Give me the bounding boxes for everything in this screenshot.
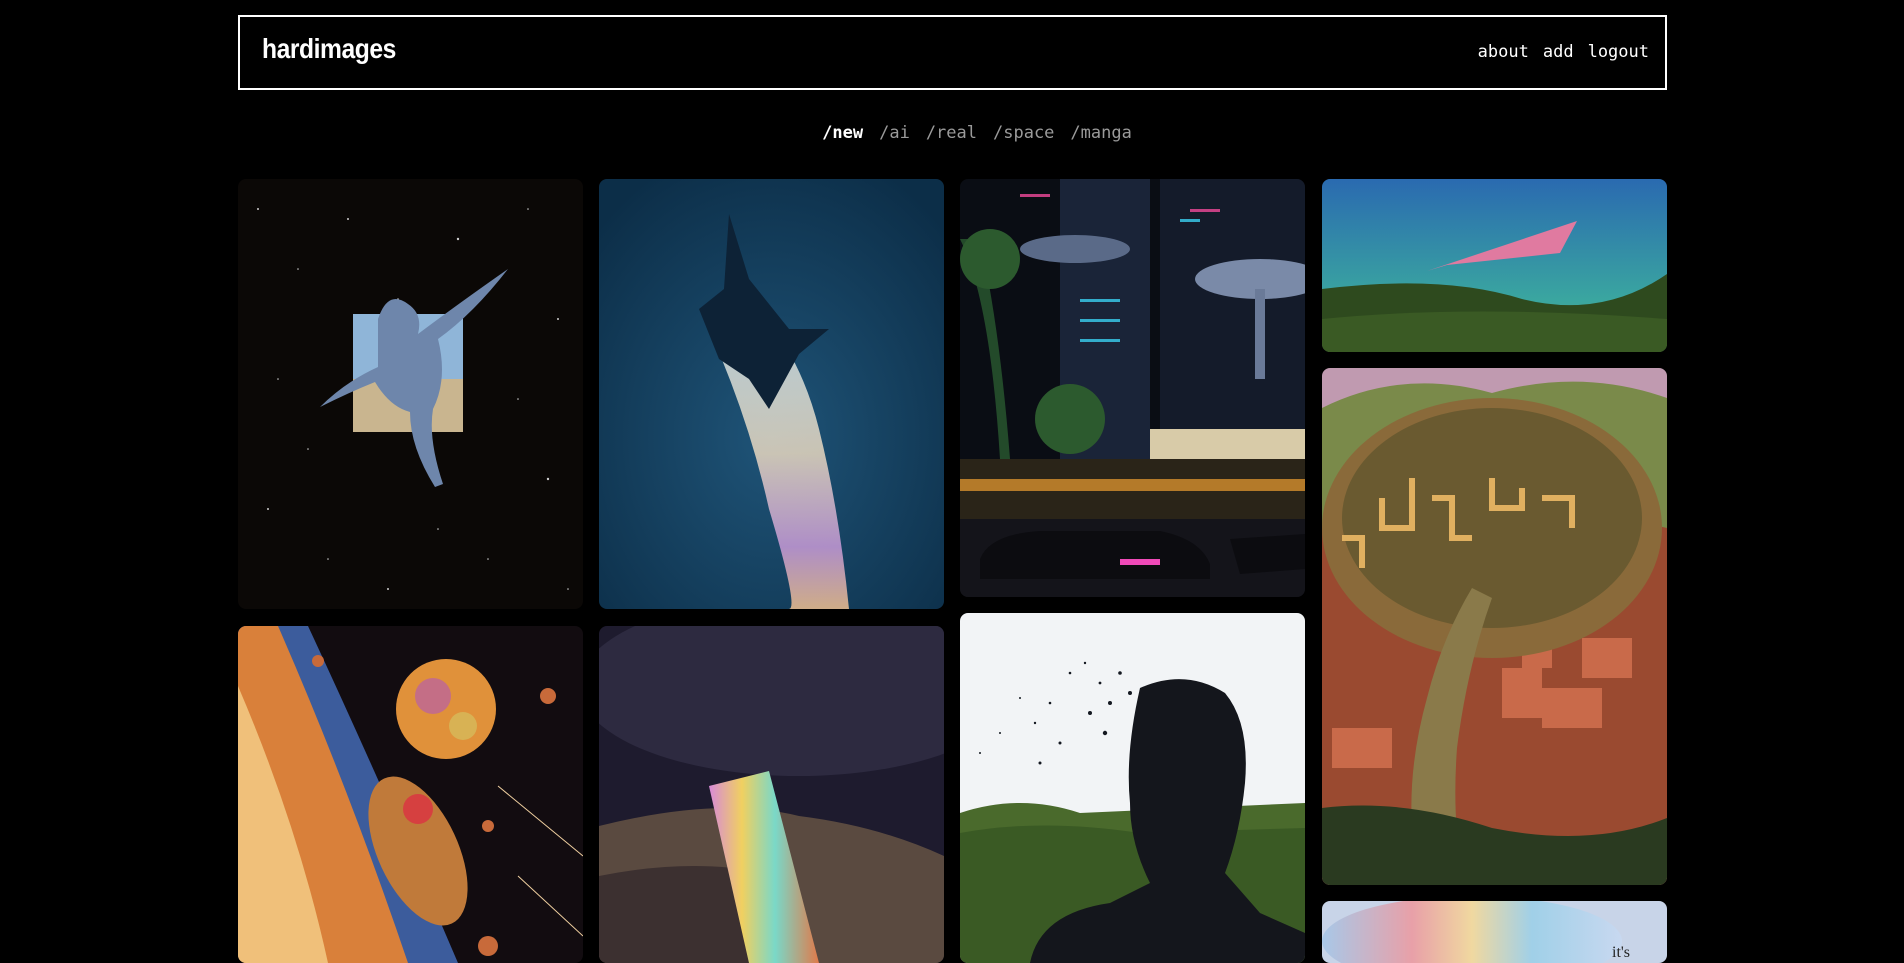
about-link[interactable]: about bbox=[1478, 42, 1529, 62]
category-ai[interactable]: /ai bbox=[879, 123, 910, 143]
gallery-image-statue-space[interactable] bbox=[238, 179, 583, 609]
top-nav: about add logout bbox=[1478, 42, 1649, 62]
category-new[interactable]: /new bbox=[822, 123, 863, 143]
gallery-image-holographic-prism[interactable] bbox=[599, 626, 944, 963]
category-nav: /new /ai /real /space /manga bbox=[0, 123, 1904, 143]
cloud-caption-text: it's bbox=[1612, 944, 1630, 961]
gallery-image-neon-city[interactable] bbox=[960, 179, 1305, 597]
gallery-image-jet-smoke[interactable] bbox=[599, 179, 944, 609]
category-real[interactable]: /real bbox=[926, 123, 977, 143]
add-link[interactable]: add bbox=[1543, 42, 1574, 62]
gallery-image-cosmic-astronaut[interactable] bbox=[238, 626, 583, 963]
category-space[interactable]: /space bbox=[993, 123, 1054, 143]
gallery-image-maze-tree[interactable] bbox=[1322, 368, 1667, 885]
logout-link[interactable]: logout bbox=[1588, 42, 1649, 62]
gallery-image-dissolving-head[interactable] bbox=[960, 613, 1305, 963]
gallery-image-floating-plane[interactable] bbox=[1322, 179, 1667, 352]
gallery-image-iridescent-cloud[interactable]: it's bbox=[1322, 901, 1667, 963]
site-logo[interactable]: hardimages bbox=[262, 33, 396, 65]
category-manga[interactable]: /manga bbox=[1070, 123, 1131, 143]
site-header: hardimages about add logout bbox=[238, 15, 1667, 90]
